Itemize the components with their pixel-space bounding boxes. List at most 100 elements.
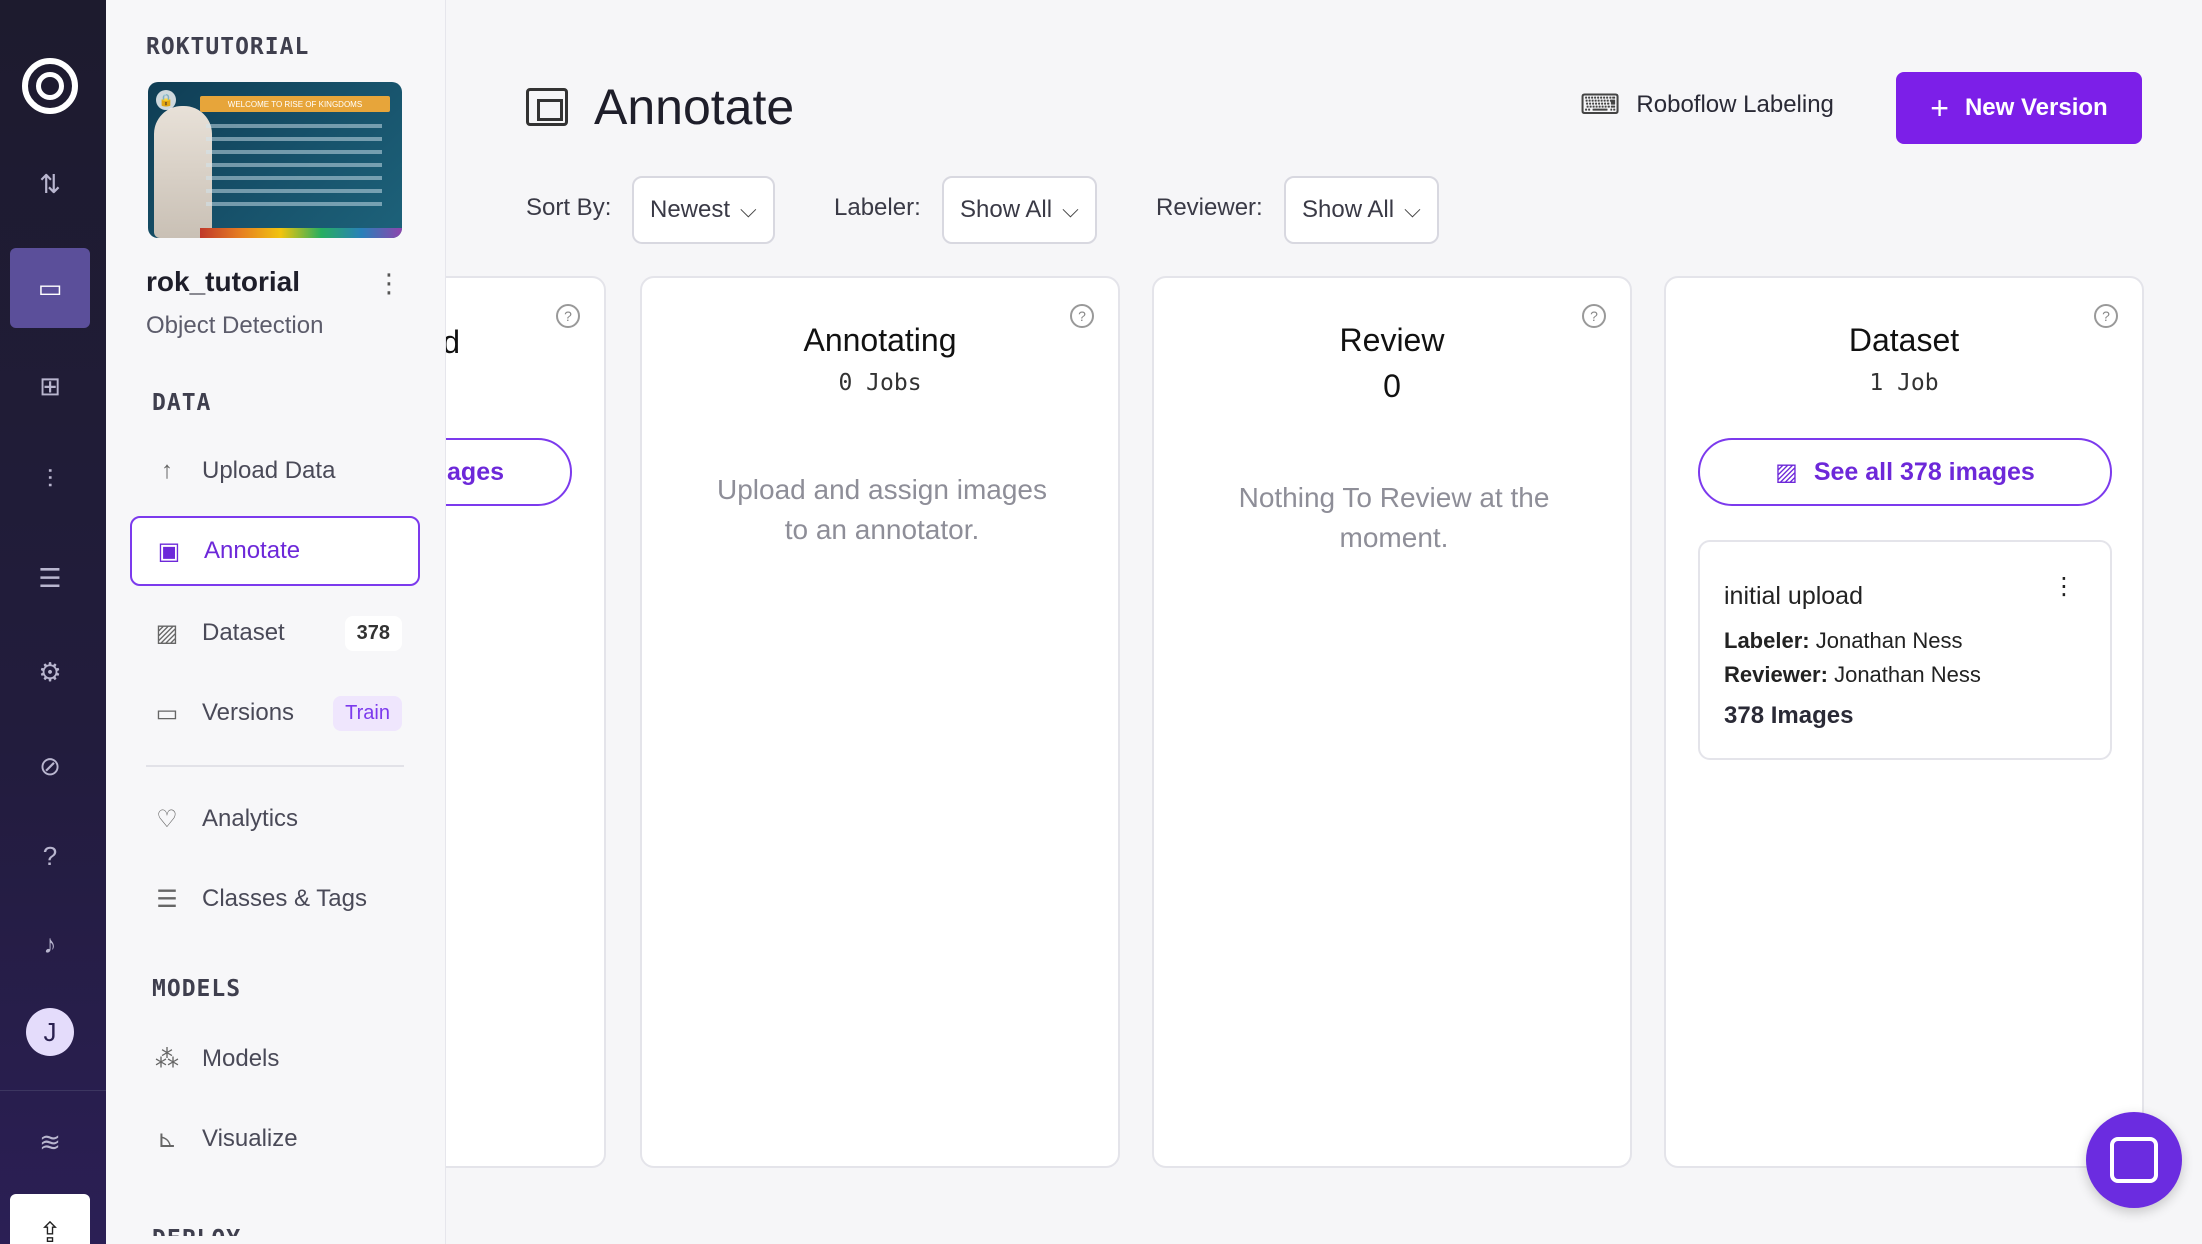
job-labeler-label: Labeler: [1724, 628, 1810, 653]
job-reviewer-value: Jonathan Ness [1834, 662, 1981, 687]
reviewer-value: Show All [1302, 196, 1395, 223]
chevron-down-icon: ⌵ [1062, 197, 1079, 222]
list-icon: ☰ [156, 885, 178, 913]
labeler-select[interactable]: Show All ⌵ [942, 176, 1097, 244]
reviewer-label: Reviewer: [1156, 194, 1263, 221]
gear-icon[interactable]: ⚙ [10, 632, 90, 712]
annotating-empty-message: Upload and assign images to an annotator… [717, 474, 1047, 545]
job-card[interactable]: initial upload ⋮ Labeler: Jonathan Ness … [1698, 540, 2112, 760]
unassigned-images-button[interactable]: ages [446, 438, 572, 506]
labeler-value: Show All [960, 196, 1053, 223]
section-deploy: DEPLOY [152, 1226, 241, 1236]
job-menu-icon[interactable]: ⋮ [2052, 572, 2076, 601]
section-data: DATA [152, 390, 212, 416]
hierarchy-icon[interactable]: ⊞ [10, 346, 90, 426]
sidebar-item-classes[interactable]: ☰ Classes & Tags [130, 864, 420, 934]
project-name: rok_tutorial [146, 266, 301, 297]
thumbnail-bar [200, 228, 402, 238]
job-image-count: 378 Images [1724, 702, 1854, 729]
annotate-page-icon [526, 88, 568, 126]
sort-by-label: Sort By: [526, 194, 612, 221]
avatar-letter: J [43, 1016, 57, 1047]
inbox-icon[interactable]: ▭ [10, 248, 90, 328]
section-models: MODELS [152, 976, 242, 1002]
bell-icon[interactable]: ♪ [10, 904, 90, 984]
dataset-column: ? Dataset 1 Job ▨ See all 378 images ini… [1664, 276, 2144, 1168]
annotating-title: Annotating [803, 322, 957, 358]
sidebar-item-analytics[interactable]: ♡ Analytics [130, 784, 420, 854]
thumbnail-text [206, 124, 382, 215]
chevron-down-icon: ⌵ [740, 197, 757, 222]
image-icon: ▨ [1775, 458, 1798, 486]
review-title: Review [1339, 322, 1445, 358]
planet-icon[interactable]: ⊘ [10, 726, 90, 806]
see-all-images-label: See all 378 images [1813, 457, 2035, 486]
help-circle-icon[interactable]: ? [556, 304, 580, 328]
job-labeler: Labeler: Jonathan Ness [1724, 628, 1962, 654]
database-icon[interactable]: ≋ [10, 1102, 90, 1182]
labeling-icon: ⌨ [1580, 89, 1621, 120]
main-content: Annotate ⌨ Roboflow Labeling + New Versi… [446, 0, 2202, 1244]
page-title: Annotate [594, 79, 795, 135]
help-icon[interactable]: ? [10, 816, 90, 896]
annotate-icon: ▣ [157, 537, 181, 565]
sidebar-item-label: Versions [202, 699, 295, 726]
storage-icon[interactable]: ☰ [10, 538, 90, 618]
roboflow-labeling-link[interactable]: ⌨ Roboflow Labeling [1580, 88, 1834, 121]
sidebar-item-visualize[interactable]: ⊾ Visualize [130, 1104, 420, 1174]
project-sidebar: ROKTUTORIAL WELCOME TO RISE OF KINGDOMS … [106, 0, 446, 1244]
unassigned-button-label: ages [447, 457, 504, 486]
roboflow-logo-icon[interactable] [22, 58, 78, 114]
dataset-count-badge: 378 [344, 615, 402, 651]
labeler-label: Labeler: [834, 194, 921, 221]
sidebar-item-label: Classes & Tags [202, 885, 367, 912]
sort-icon[interactable]: ⇅ [10, 144, 90, 224]
dataset-title: Dataset [1848, 322, 1960, 358]
chevron-down-icon: ⌵ [1404, 197, 1421, 222]
job-labeler-value: Jonathan Ness [1815, 628, 1963, 653]
unassigned-column: ? d ages [446, 276, 606, 1168]
train-badge: Train [333, 695, 402, 731]
sidebar-item-models[interactable]: ⁂ Models [130, 1024, 420, 1094]
image-icon: ▨ [155, 619, 179, 647]
workspace-name: ROKTUTORIAL [146, 34, 310, 60]
project-menu-icon[interactable]: ⋮ [376, 268, 402, 299]
annotating-job-count: 0 Jobs [838, 370, 922, 396]
heartbeat-icon: ♡ [156, 805, 178, 833]
review-column: ? Review 0 Nothing To Review at the mome… [1152, 276, 1632, 1168]
sidebar-item-label: Models [202, 1045, 280, 1072]
job-reviewer-label: Reviewer: [1724, 662, 1828, 687]
chart-bars-icon: ⊾ [156, 1125, 178, 1153]
user-avatar[interactable]: J [26, 1008, 74, 1056]
upload-arrow-icon: ↑ [161, 457, 173, 484]
sidebar-divider [146, 765, 404, 767]
chat-support-icon[interactable] [2086, 1112, 2182, 1208]
reviewer-select[interactable]: Show All ⌵ [1284, 176, 1439, 244]
sort-by-select[interactable]: Newest ⌵ [632, 176, 775, 244]
lock-icon: 🔒 [156, 90, 176, 110]
review-count: 0 [1383, 368, 1401, 404]
project-type: Object Detection [146, 312, 324, 339]
new-version-button[interactable]: + New Version [1896, 72, 2142, 144]
sidebar-item-dataset[interactable]: ▨ Dataset 378 [130, 598, 420, 668]
sidebar-item-annotate[interactable]: ▣ Annotate [130, 516, 420, 586]
thumbnail-figure [154, 106, 212, 238]
job-title: initial upload [1724, 582, 1863, 610]
job-reviewer: Reviewer: Jonathan Ness [1724, 662, 1981, 688]
upload-icon[interactable]: ⇪ [10, 1194, 90, 1244]
see-all-images-button[interactable]: ▨ See all 378 images [1698, 438, 2112, 506]
icon-rail: ⇅ ▭ ⊞ ⫶ ☰ ⚙ ⊘ ? ♪ J ≋ ⇪ [0, 0, 106, 1244]
project-thumbnail[interactable]: WELCOME TO RISE OF KINGDOMS 🔒 [148, 82, 402, 238]
sidebar-item-versions[interactable]: ▭ Versions Train [130, 678, 420, 748]
rail-divider [0, 1090, 106, 1091]
sidebar-item-label: Visualize [202, 1125, 298, 1152]
annotating-column: ? Annotating 0 Jobs Upload and assign im… [640, 276, 1120, 1168]
chart-icon[interactable]: ⫶ [10, 440, 90, 520]
new-version-label: New Version [1964, 94, 2108, 121]
network-icon: ⁂ [155, 1045, 179, 1073]
plus-icon: + [1930, 89, 1949, 126]
sidebar-item-label: Upload Data [202, 457, 336, 484]
sidebar-item-label: Annotate [204, 537, 301, 564]
sidebar-item-upload[interactable]: ↑ Upload Data [130, 436, 420, 506]
sidebar-item-label: Dataset [202, 619, 285, 646]
